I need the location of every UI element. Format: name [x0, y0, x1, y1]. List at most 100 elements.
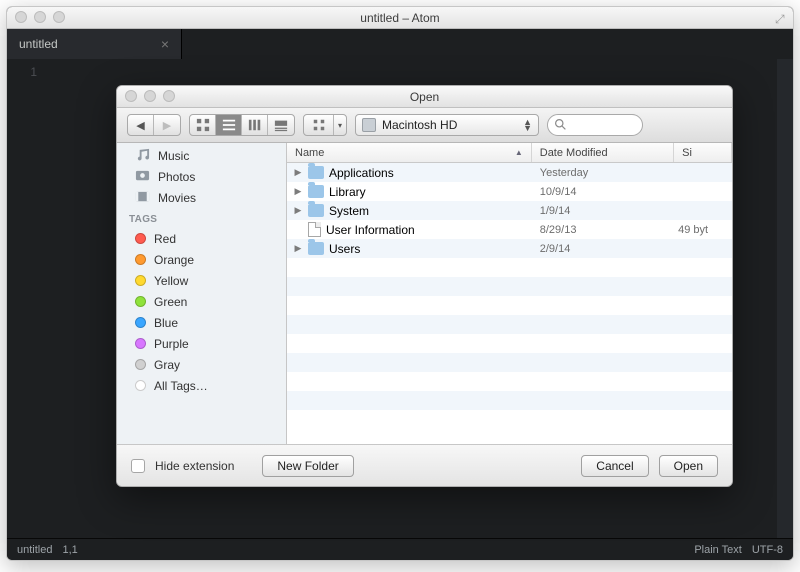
- file-date: 10/9/14: [532, 186, 674, 198]
- folder-icon: [308, 204, 324, 217]
- traffic-light-min-icon[interactable]: [34, 11, 46, 23]
- disclosure-triangle-icon[interactable]: ▶: [293, 167, 303, 178]
- tag-label: Red: [154, 232, 176, 246]
- music-icon: [135, 147, 150, 165]
- atom-titlebar[interactable]: untitled – Atom ⤢: [7, 7, 793, 29]
- tag-label: Purple: [154, 337, 189, 351]
- tag-label: Green: [154, 295, 187, 309]
- dialog-toolbar: ◀ ▶ ▾ Macintosh HD ▲▼: [117, 108, 732, 143]
- sidebar-tag-item[interactable]: Red: [117, 228, 286, 249]
- tag-dot-icon: [135, 275, 146, 286]
- button-label: New Folder: [277, 459, 338, 473]
- fullscreen-icon[interactable]: ⤢: [775, 12, 787, 24]
- editor-right-edge: [777, 59, 793, 538]
- arrange-menu[interactable]: ▾: [303, 114, 347, 136]
- disclosure-triangle-icon[interactable]: ▶: [293, 205, 303, 216]
- cancel-button[interactable]: Cancel: [581, 455, 648, 477]
- file-name: Users: [329, 242, 360, 256]
- folder-icon: [308, 185, 324, 198]
- file-row-empty: [287, 353, 732, 372]
- sidebar-header-tags: TAGS: [117, 208, 286, 228]
- sort-asc-icon: ▲: [515, 148, 523, 157]
- atom-status-bar: untitled 1,1 Plain Text UTF-8: [7, 538, 793, 560]
- column-header-name[interactable]: Name ▲: [287, 143, 532, 162]
- tag-dot-icon: [135, 296, 146, 307]
- hide-extension-checkbox[interactable]: [131, 459, 145, 473]
- tab-label: untitled: [19, 37, 58, 51]
- dialog-titlebar[interactable]: Open: [117, 86, 732, 108]
- file-date: Yesterday: [532, 167, 674, 179]
- file-row[interactable]: ▶ApplicationsYesterday: [287, 163, 732, 182]
- nav-back-button[interactable]: ◀: [128, 115, 154, 135]
- nav-forward-button[interactable]: ▶: [154, 115, 180, 135]
- nav-back-forward: ◀ ▶: [127, 114, 181, 136]
- view-columns-button[interactable]: [242, 115, 268, 135]
- file-row[interactable]: ▶ System 1/9/14: [287, 201, 732, 220]
- traffic-light-zoom-icon[interactable]: [53, 11, 65, 23]
- tag-label: Blue: [154, 316, 178, 330]
- tab-untitled[interactable]: untitled ×: [7, 29, 182, 59]
- hard-drive-icon: [362, 118, 376, 132]
- sidebar-tag-item[interactable]: Orange: [117, 249, 286, 270]
- tag-label: Orange: [154, 253, 194, 267]
- open-button[interactable]: Open: [659, 455, 718, 477]
- file-row-empty: [287, 410, 732, 429]
- tag-dot-icon: [135, 359, 146, 370]
- column-header-size[interactable]: Si: [674, 143, 732, 162]
- view-list-button[interactable]: [216, 115, 242, 135]
- sidebar-item-label: Movies: [158, 191, 196, 205]
- close-icon[interactable]: ×: [161, 36, 169, 52]
- sidebar-item-music[interactable]: Music: [117, 145, 286, 166]
- sidebar-tag-item[interactable]: Blue: [117, 312, 286, 333]
- atom-tab-bar: untitled ×: [7, 29, 793, 59]
- view-mode-group: [189, 114, 295, 136]
- file-name: User Information: [326, 223, 415, 237]
- sidebar-tag-item[interactable]: Green: [117, 291, 286, 312]
- traffic-light-min-icon[interactable]: [144, 90, 156, 102]
- view-icons-button[interactable]: [190, 115, 216, 135]
- photos-icon: [135, 168, 150, 186]
- tag-dot-icon: [135, 254, 146, 265]
- file-date: 1/9/14: [532, 205, 674, 217]
- tag-label: All Tags…: [154, 379, 208, 393]
- column-label: Si: [682, 147, 692, 159]
- tag-dot-icon: [135, 338, 146, 349]
- sidebar-item-label: Photos: [158, 170, 195, 184]
- chevron-updown-icon: ▲▼: [523, 119, 532, 131]
- disclosure-triangle-icon[interactable]: ▶: [293, 186, 303, 197]
- tag-dot-icon: [135, 380, 146, 391]
- file-rows: ▶ApplicationsYesterday▶Library10/9/14▶Sy…: [287, 163, 732, 444]
- sidebar-tag-item[interactable]: Gray: [117, 354, 286, 375]
- location-popup[interactable]: Macintosh HD ▲▼: [355, 114, 539, 136]
- sidebar-item-movies[interactable]: Movies: [117, 187, 286, 208]
- status-grammar[interactable]: Plain Text: [694, 544, 742, 556]
- traffic-light-zoom-icon[interactable]: [163, 90, 175, 102]
- file-row[interactable]: ▶Library10/9/14: [287, 182, 732, 201]
- atom-window-title: untitled – Atom: [360, 11, 439, 25]
- file-date: 8/29/13: [532, 224, 674, 236]
- status-encoding[interactable]: UTF-8: [752, 544, 783, 556]
- traffic-light-close-icon[interactable]: [125, 90, 137, 102]
- file-row[interactable]: ▶ Users 2/9/14: [287, 239, 732, 258]
- file-row[interactable]: User Information8/29/1349 byt: [287, 220, 732, 239]
- disclosure-triangle-icon[interactable]: ▶: [293, 243, 303, 254]
- sidebar-item-photos[interactable]: Photos: [117, 166, 286, 187]
- sidebar-tag-item[interactable]: Purple: [117, 333, 286, 354]
- column-headers: Name ▲ Date Modified Si: [287, 143, 732, 163]
- tag-label: Gray: [154, 358, 180, 372]
- new-folder-button[interactable]: New Folder: [262, 455, 353, 477]
- status-filename: untitled: [17, 544, 52, 556]
- sidebar-tag-item[interactable]: All Tags…: [117, 375, 286, 396]
- file-name: System: [329, 204, 369, 218]
- dialog-traffic-lights: [125, 90, 175, 102]
- sidebar-item-label: Music: [158, 149, 189, 163]
- sidebar-tag-item[interactable]: Yellow: [117, 270, 286, 291]
- column-header-date[interactable]: Date Modified: [532, 143, 674, 162]
- file-date: 2/9/14: [532, 243, 674, 255]
- search-field-wrapper: [547, 114, 643, 136]
- search-input[interactable]: [547, 114, 643, 136]
- button-label: Open: [674, 459, 703, 473]
- view-coverflow-button[interactable]: [268, 115, 294, 135]
- traffic-light-close-icon[interactable]: [15, 11, 27, 23]
- file-row-empty: [287, 372, 732, 391]
